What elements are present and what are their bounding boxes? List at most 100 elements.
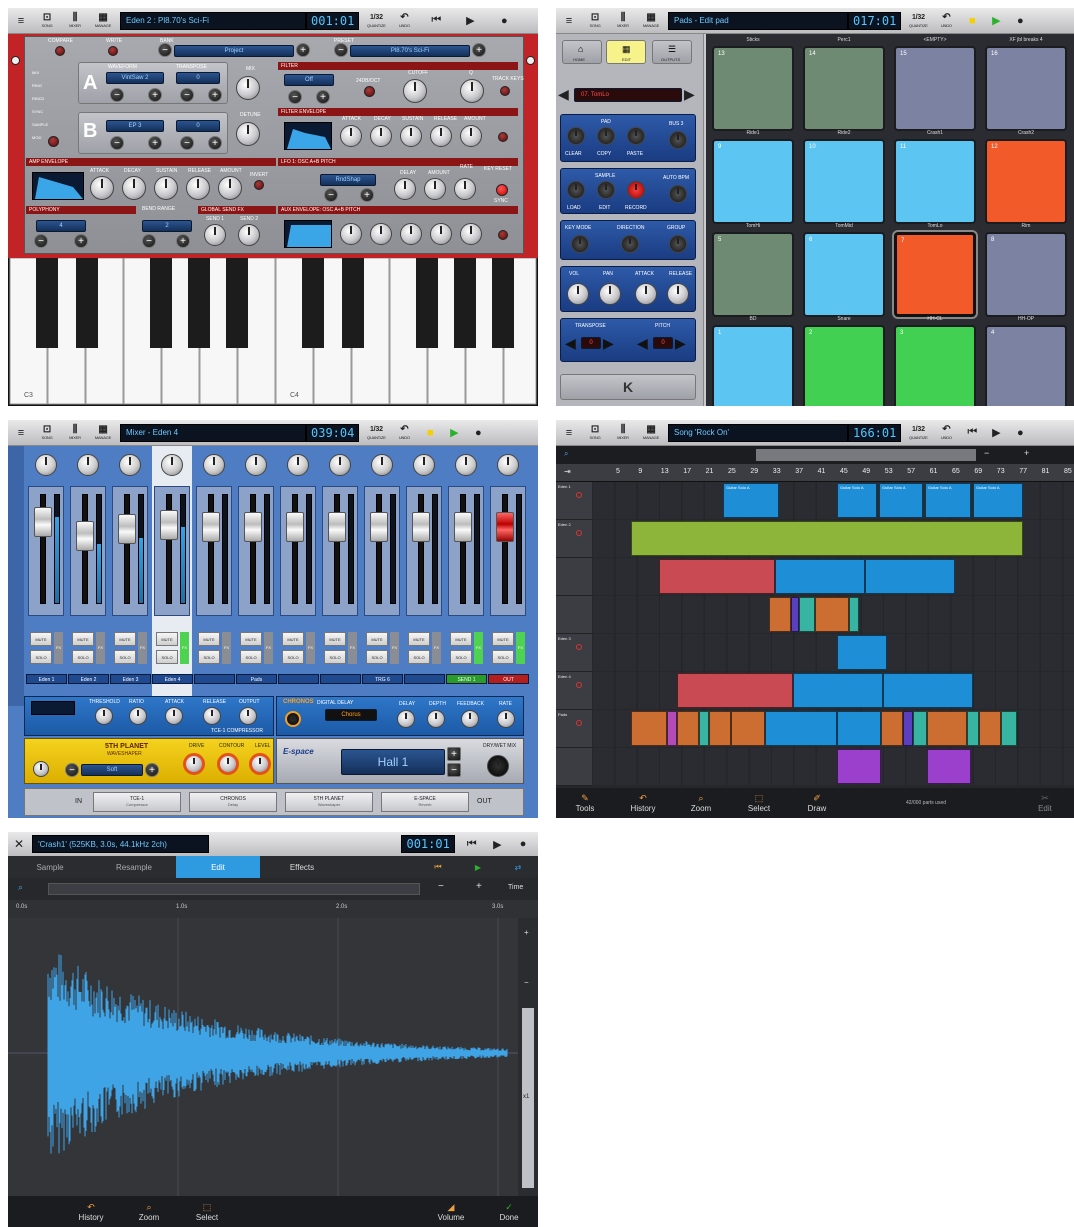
manage-button[interactable]: ▦ MANAGE (640, 423, 662, 443)
lfo-delay-knob[interactable] (394, 178, 416, 200)
pitch-field[interactable]: 0 (653, 337, 673, 349)
pan-knob[interactable] (455, 454, 477, 476)
osc-b-wave-next[interactable]: + (148, 136, 162, 150)
song-part[interactable] (769, 597, 791, 632)
tab-effects[interactable]: Effects (260, 856, 344, 878)
reverb-preset-field[interactable]: Hall 1 (341, 749, 445, 775)
routing-ring2[interactable]: RING2 (32, 92, 58, 105)
drum-pad[interactable]: 1 (712, 325, 794, 406)
pitch-up-icon[interactable]: ▶ (675, 335, 686, 352)
amp-sustain-knob[interactable] (154, 176, 178, 200)
send2-knob[interactable] (238, 224, 260, 246)
record-arm-icon[interactable] (576, 720, 582, 726)
song-part[interactable] (677, 711, 699, 746)
osc-b-trans-prev[interactable]: − (180, 136, 194, 150)
detune-knob[interactable] (236, 122, 260, 146)
lfo-sync-button[interactable] (496, 184, 508, 196)
fenv-decay-knob[interactable] (370, 125, 392, 147)
song-part[interactable] (815, 597, 849, 632)
song-part[interactable]: Guitar Solo A (879, 483, 923, 518)
fx-button[interactable]: FX (516, 632, 525, 664)
fenv-attack-knob[interactable] (340, 125, 362, 147)
preset-next-button[interactable]: + (472, 43, 486, 57)
bank-prev-button[interactable]: − (158, 43, 172, 57)
mute-button[interactable]: MUTE (114, 632, 136, 646)
rewind-icon[interactable]: ⏮ (963, 424, 981, 442)
record-arm-icon[interactable] (576, 492, 582, 498)
song-part[interactable] (927, 711, 967, 746)
zoom-icon[interactable]: ⌕ (18, 882, 23, 893)
vzoom-in-icon[interactable]: + (524, 928, 529, 937)
record-icon[interactable]: ● (1011, 12, 1029, 30)
record-icon[interactable]: ● (514, 835, 532, 853)
ws-power[interactable] (33, 761, 49, 777)
song-part[interactable] (791, 597, 799, 632)
song-part[interactable] (667, 711, 677, 746)
solo-button[interactable]: SOLO (366, 650, 388, 664)
play-icon[interactable]: ▶ (987, 424, 1005, 442)
release-knob[interactable] (667, 283, 689, 305)
send1-knob[interactable] (204, 224, 226, 246)
paste-button[interactable] (627, 127, 645, 145)
ws-level-knob[interactable] (249, 753, 271, 775)
pan-knob[interactable] (329, 454, 351, 476)
pan-knob[interactable] (245, 454, 267, 476)
bank-next-button[interactable]: + (296, 43, 310, 57)
write-button[interactable] (108, 46, 118, 56)
fenv-release-knob[interactable] (430, 125, 452, 147)
key-mode-switch[interactable] (571, 235, 589, 253)
tab-resample[interactable]: Resample (92, 856, 176, 878)
zoom-in-icon[interactable]: + (1024, 448, 1029, 458)
left-arrow-icon[interactable] (11, 56, 20, 65)
clear-button[interactable] (567, 127, 585, 145)
fx-button[interactable]: FX (432, 632, 441, 664)
chronos-delay-knob[interactable] (397, 710, 415, 728)
drum-pad[interactable]: 10 (803, 139, 885, 224)
mixer-button[interactable]: ⫼ MIXER (612, 423, 634, 443)
drum-pad[interactable]: 9 (712, 139, 794, 224)
bank-field[interactable]: Project (174, 45, 294, 57)
preset-prev-button[interactable]: − (334, 43, 348, 57)
chronos-depth-knob[interactable] (427, 710, 445, 728)
drum-pad[interactable]: 6 (803, 232, 885, 317)
pan-knob[interactable] (497, 454, 519, 476)
fader-handle[interactable] (454, 512, 472, 542)
solo-button[interactable]: SOLO (72, 650, 94, 664)
osc-b-trans-next[interactable]: + (208, 136, 222, 150)
aux-amount-knob[interactable] (460, 223, 482, 245)
comp-attack-knob[interactable] (165, 707, 183, 725)
chronos-power[interactable] (285, 711, 301, 727)
loop-icon[interactable]: ■ (963, 12, 981, 30)
edit-sample-button[interactable] (597, 181, 615, 199)
menu-icon[interactable]: ≡ (560, 12, 578, 30)
ws-contour-knob[interactable] (217, 753, 239, 775)
chain-slot[interactable]: CHRONOS Delay (189, 792, 277, 812)
keyboard[interactable]: C3 C4 (8, 257, 538, 406)
manage-button[interactable]: ▦ MANAGE (92, 11, 114, 31)
fx-button[interactable]: FX (222, 632, 231, 664)
fader-handle[interactable] (202, 512, 220, 542)
fx-button[interactable]: FX (306, 632, 315, 664)
pan-knob[interactable] (413, 454, 435, 476)
fader-handle[interactable] (34, 506, 52, 537)
aux-decay-knob[interactable] (370, 223, 392, 245)
lfo-shape-next[interactable]: + (360, 188, 374, 202)
filter-type-next[interactable]: + (316, 90, 330, 104)
undo-button[interactable]: ↶ UNDO (393, 11, 415, 31)
track-header[interactable]: Eden 1 (556, 482, 592, 520)
track-header[interactable]: Eden 4 (556, 672, 592, 710)
bend-next[interactable]: + (176, 234, 190, 248)
play-sample-icon[interactable]: ▶ (458, 856, 498, 878)
mixer-button[interactable]: ⫼ MIXER (64, 423, 86, 443)
fx-button[interactable]: FX (474, 632, 483, 664)
attack-knob[interactable] (635, 283, 657, 305)
record-arm-icon[interactable] (576, 644, 582, 650)
record-icon[interactable]: ● (1011, 424, 1029, 442)
song-part[interactable] (731, 711, 765, 746)
solo-button[interactable]: SOLO (408, 650, 430, 664)
track-keys-button[interactable] (500, 86, 510, 96)
menu-icon[interactable]: ≡ (12, 12, 30, 30)
fx-button[interactable]: FX (180, 632, 189, 664)
time-mode[interactable]: Time (508, 884, 523, 891)
threshold-knob[interactable] (95, 707, 113, 725)
